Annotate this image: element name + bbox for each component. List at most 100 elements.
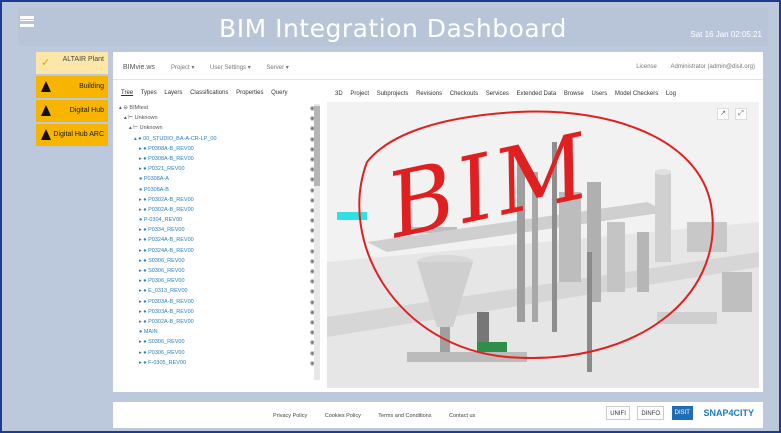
tab-subprojects[interactable]: Subprojects — [377, 91, 409, 97]
tree-scrollbar-thumb[interactable] — [314, 106, 320, 186]
cookies-policy-link[interactable]: Cookies Policy — [325, 413, 361, 419]
tree-row[interactable]: ▴ ⊢ Unknown ◉ — [119, 123, 315, 133]
privacy-policy-link[interactable]: Privacy Policy — [273, 413, 307, 419]
viewer-tabs: 3D Project Subprojects Revisions Checkou… — [335, 91, 682, 97]
tree-row-label: ▴ ● 00_STUDIO_BA-A-CR-LP_00 — [134, 135, 217, 142]
app-topbar-right: License Administrator (admin@disit.org) — [624, 64, 755, 70]
tab-tree[interactable]: Tree — [121, 90, 133, 96]
user-account-link[interactable]: Administrator (admin@disit.org) — [671, 64, 755, 70]
tree-row-label: ● MAIN — [139, 329, 158, 336]
tab-types[interactable]: Types — [141, 90, 157, 96]
header-datetime: Sat 16 Jan 02:05:21 — [690, 30, 762, 39]
tree-row-label: ▸ ● P0308A-B_REV00 — [139, 145, 194, 152]
terms-link[interactable]: Terms and Conditions — [378, 413, 431, 419]
bimviews-app: BIMvie.ws Project ▾ User Settings ▾ Serv… — [113, 52, 763, 392]
tree-row[interactable]: ▸ ● P0321_REV00 ◉ — [119, 164, 315, 174]
tree-row[interactable]: ● P0308A-B ◉ — [119, 185, 315, 195]
tree-row-label: ▸ ● S0306_REV00 — [139, 339, 185, 346]
page-title: BIM Integration Dashboard — [219, 14, 567, 43]
tree-row-label: ▸ ● P0303A-B_REV00 — [139, 298, 194, 305]
sidebar-item-altair-plant[interactable]: ✓ ALTAIR Plant — [36, 52, 108, 74]
license-link[interactable]: License — [636, 64, 657, 70]
tree-row[interactable]: ● P0308A-A ◉ — [119, 174, 315, 184]
tree-row[interactable]: ▸ ● P0303A-B_REV00 ◉ — [119, 307, 315, 317]
tree-row[interactable]: ▴ ⊢ Unknown ◉ — [119, 113, 315, 123]
tree-row-label: ▸ ● S0306_REV00 — [139, 257, 185, 264]
contact-link[interactable]: Contact us — [449, 413, 475, 419]
tree-row[interactable]: ▸ ● P0303A-B_REV00 ◉ — [119, 297, 315, 307]
tree-list: ▴ ⊖ BIMtest ◉ ▴ ⊢ Unknown ◉ ▴ ⊢ Unknown ◉ ▴ ● … — [119, 103, 315, 368]
nav-project-menu[interactable]: Project ▾ — [171, 65, 194, 71]
tab-properties[interactable]: Properties — [236, 90, 263, 96]
tree-row[interactable]: ▸ ● P0302A-B_REV00 ◉ — [119, 205, 315, 215]
tab-layers[interactable]: Layers — [164, 90, 182, 96]
header-bar: BIM Integration Dashboard Sat 16 Jan 02:… — [18, 8, 768, 46]
sidebar-item-digital-hub[interactable]: Digital Hub — [36, 100, 108, 122]
pointer-icon: ✓ — [41, 57, 51, 69]
pick-tool-icon[interactable]: ↗ — [717, 108, 729, 120]
tree-row-label: ▸ ● P0321_REV00 — [139, 166, 185, 173]
tree-row-label: ▸ ● S0306_REV00 — [139, 268, 185, 274]
nav-server-menu[interactable]: Server ▾ — [266, 65, 288, 71]
tree-row-label: ● P0308A-A — [139, 176, 169, 183]
sidebar-item-digital-hub-arc[interactable]: Digital Hub ARC — [36, 124, 108, 146]
3d-viewport[interactable]: BIM ↗ ⤢ — [327, 102, 759, 388]
triangle-icon — [41, 105, 51, 116]
tree-tabs: Tree Types Layers Classifications Proper… — [121, 90, 293, 96]
nav-user-settings-menu[interactable]: User Settings ▾ — [210, 65, 251, 71]
tree-row-label: ● P-0304_REV00 — [139, 217, 183, 224]
tree-row[interactable]: ▸ ● P0334_REV00 ◉ — [119, 225, 315, 235]
sidebar-item-label: Digital Hub — [69, 107, 104, 114]
tree-row[interactable]: ▸ ● E_0313_REV00 ◉ — [119, 286, 315, 296]
tree-row-label: ▸ ● P0306_REV00 — [139, 278, 185, 285]
tree-row-label: ▸ ● P0324A-B_REV00 — [139, 237, 194, 244]
tree-row-label: ▸ ● P0302A-B_REV00 — [139, 318, 194, 325]
tree-row-label: ▸ ● P0324A-B_REV00 — [139, 247, 194, 254]
sidebar-item-building[interactable]: Building — [36, 76, 108, 98]
tree-row[interactable]: ▸ ● P0324A-B_REV00 ◉ — [119, 235, 315, 245]
tree-row[interactable]: ▸ ● P0306_REV00 ◉ — [119, 348, 315, 358]
tree-row-label: ▸ ● F-0305_REV00 — [139, 359, 187, 366]
tab-3d[interactable]: 3D — [335, 91, 343, 97]
tree-row[interactable]: ● MAIN ◉ — [119, 327, 315, 337]
tree-row-label: ▸ ● P0303A-B_REV00 — [139, 308, 194, 315]
tree-row[interactable]: ▸ ● P0306_REV00 ◉ — [119, 276, 315, 286]
tab-checkouts[interactable]: Checkouts — [450, 91, 478, 97]
tab-revisions[interactable]: Revisions — [416, 91, 442, 97]
tree-row[interactable]: ▸ ● P0302A-B_REV00 ◉ — [119, 317, 315, 327]
tree-row-label: ▸ ● P0308A-B_REV00 — [139, 155, 194, 162]
footer: Privacy Policy Cookies Policy Terms and … — [113, 402, 763, 428]
tab-model-checkers[interactable]: Model Checkers — [615, 91, 658, 97]
tree-row[interactable]: ▸ ● P0302A-B_REV00 ◉ — [119, 195, 315, 205]
tab-classifications[interactable]: Classifications — [190, 90, 228, 96]
triangle-icon — [41, 81, 51, 92]
sidebar: ✓ ALTAIR Plant Building Digital Hub Digi… — [36, 52, 108, 148]
tree-row[interactable]: ▸ ● S0306_REV00 ◉ — [119, 256, 315, 266]
tab-query[interactable]: Query — [271, 90, 287, 96]
menu-icon[interactable] — [20, 16, 34, 27]
dinfo-logo: DINFO — [637, 406, 665, 420]
tree-row[interactable]: ▸ ● S0306_REV00 ◉ — [119, 266, 315, 276]
disit-logo: DISIT — [671, 406, 693, 420]
triangle-icon — [41, 129, 51, 140]
tab-project[interactable]: Project — [350, 91, 369, 97]
tree-row[interactable]: ● P-0304_REV00 ◉ — [119, 215, 315, 225]
tree-row[interactable]: ▴ ● 00_STUDIO_BA-A-CR-LP_00 ◉ — [119, 134, 315, 144]
tree-row[interactable]: ▸ ● F-0305_REV00 ◉ — [119, 358, 315, 368]
viewer-panel: 3D Project Subprojects Revisions Checkou… — [327, 86, 759, 388]
tree-row-label: ▸ ● P0302A-B_REV00 — [139, 206, 194, 213]
tab-log[interactable]: Log — [666, 91, 676, 97]
tree-row-label: ▸ ● P0306_REV00 — [139, 349, 185, 356]
tree-row[interactable]: ▸ ● P0324A-B_REV00 ◉ — [119, 246, 315, 256]
fullscreen-icon[interactable]: ⤢ — [735, 108, 747, 120]
app-brand[interactable]: BIMvie.ws — [123, 64, 155, 71]
tree-row[interactable]: ▸ ● P0308A-B_REV00 ◉ — [119, 154, 315, 164]
tree-row[interactable]: ▸ ● S0306_REV00 ◉ — [119, 337, 315, 347]
sidebar-item-label: ALTAIR Plant — [62, 56, 104, 63]
tab-services[interactable]: Services — [486, 91, 509, 97]
tab-browse[interactable]: Browse — [564, 91, 584, 97]
tab-extended-data[interactable]: Extended Data — [516, 91, 556, 97]
tree-row[interactable]: ▴ ⊖ BIMtest ◉ — [119, 103, 315, 113]
tree-row[interactable]: ▸ ● P0308A-B_REV00 ◉ — [119, 144, 315, 154]
tab-users[interactable]: Users — [592, 91, 608, 97]
